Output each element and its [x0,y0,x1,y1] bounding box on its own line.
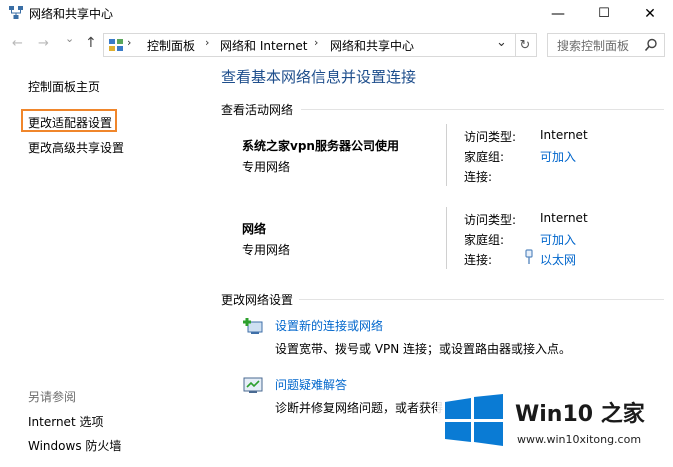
connection-label: 连接: [464,170,493,184]
title-bar: 网络和共享中心 — ☐ ✕ [0,0,673,27]
recent-dropdown-icon[interactable]: ⌄ [65,32,74,45]
search-icon[interactable] [644,38,658,52]
breadcrumb-separator: › [205,36,210,49]
watermark-url: www.win10xitong.com [517,433,642,446]
address-dropdown-icon[interactable]: ⌄ [496,35,507,50]
troubleshoot-desc: 诊断并修复网络问题，或者获得 [275,401,444,415]
breadcrumb-separator: › [127,36,132,49]
access-type-value: Internet [540,128,588,142]
search-box[interactable]: 搜索控制面板 [547,33,665,57]
breadcrumb-network-internet[interactable]: 网络和 Internet [220,37,307,54]
maximize-button[interactable]: ☐ [581,0,627,27]
minimize-button[interactable]: — [535,0,581,27]
sidebar-link-advanced-sharing[interactable]: 更改高级共享设置 [28,139,124,156]
troubleshoot-link[interactable]: 问题疑难解答 [275,376,347,393]
see-also-windows-firewall[interactable]: Windows 防火墙 [28,437,121,454]
network-name: 系统之家vpn服务器公司使用 [242,139,399,153]
page-title: 查看基本网络信息并设置连接 [221,68,417,86]
see-also-internet-options[interactable]: Internet 选项 [28,413,103,430]
window-title: 网络和共享中心 [29,7,114,21]
breadcrumb-control-panel[interactable]: 控制面板 [147,37,195,54]
forward-arrow-icon[interactable]: → [38,36,49,51]
network-name: 网络 [242,222,267,236]
network-center-icon [9,6,23,19]
homegroup-label: 家庭组: [464,150,505,164]
access-type-label: 访问类型: [464,130,517,144]
refresh-icon[interactable]: ↻ [514,33,537,57]
change-settings-heading: 更改网络设置 [221,293,294,307]
column-divider [446,207,447,269]
sidebar-link-adapter-settings[interactable]: 更改适配器设置 [28,114,112,131]
control-panel-icon [109,39,123,51]
see-also-heading: 另请参阅 [28,390,77,404]
column-divider [446,124,447,186]
homegroup-join-link[interactable]: 可加入 [540,148,576,165]
sidebar-link-home[interactable]: 控制面板主页 [28,78,100,95]
new-connection-icon [243,318,263,334]
network-type: 专用网络 [242,243,291,257]
section-divider [299,299,664,300]
up-arrow-icon[interactable]: ↑ [85,35,97,51]
back-arrow-icon[interactable]: ← [12,36,23,51]
section-divider [301,109,664,110]
breadcrumb-sharing-center[interactable]: 网络和共享中心 [330,37,414,54]
search-input[interactable]: 搜索控制面板 [557,37,629,54]
setup-new-connection-desc: 设置宽带、拨号或 VPN 连接；或设置路由器或接入点。 [275,342,572,356]
access-type-label: 访问类型: [464,213,517,227]
close-button[interactable]: ✕ [627,0,673,27]
ethernet-link[interactable]: 以太网 [540,251,576,268]
address-bar[interactable]: › 控制面板 › 网络和 Internet › 网络和共享中心 ⌄ [103,33,516,57]
breadcrumb-separator: › [314,36,319,49]
network-type: 专用网络 [242,160,291,174]
connection-label: 连接: [464,253,493,267]
troubleshoot-icon [243,377,263,393]
ethernet-icon [525,249,533,264]
active-networks-heading: 查看活动网络 [221,103,294,117]
watermark: Win10 之家 www.win10xitong.com [437,390,673,467]
setup-new-connection-link[interactable]: 设置新的连接或网络 [275,317,383,334]
homegroup-join-link[interactable]: 可加入 [540,231,576,248]
windows-logo-icon [445,394,503,446]
access-type-value: Internet [540,211,588,225]
watermark-brand: Win10 之家 [515,402,645,427]
homegroup-label: 家庭组: [464,233,505,247]
